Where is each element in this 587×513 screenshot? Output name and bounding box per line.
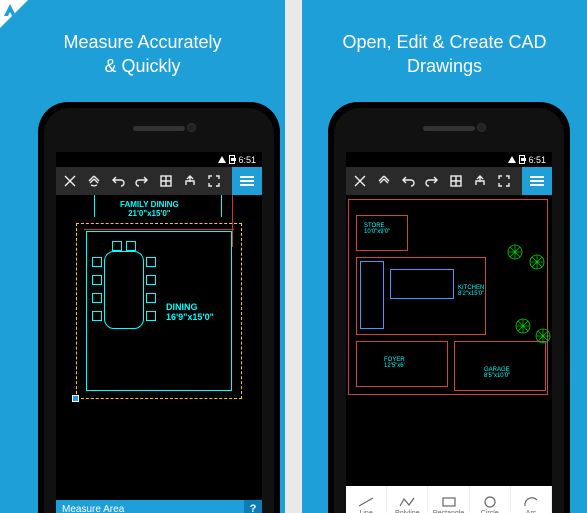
share-icon[interactable]: [179, 170, 201, 192]
android-status-bar: 6:51: [346, 152, 552, 167]
fullscreen-icon[interactable]: [203, 170, 225, 192]
phone-mockup-left: 6:51: [38, 102, 280, 513]
menu-button[interactable]: [232, 167, 262, 195]
hamburger-icon: [530, 180, 544, 182]
fullscreen-icon[interactable]: [493, 170, 515, 192]
menu-button[interactable]: [522, 167, 552, 195]
tagline-line2: Drawings: [302, 54, 587, 78]
chair: [92, 293, 102, 303]
help-button[interactable]: ?: [244, 500, 262, 513]
phone-speaker: [423, 126, 475, 131]
tool-circle[interactable]: Circle: [470, 486, 511, 513]
room-garage: [454, 341, 546, 391]
grid-icon[interactable]: [445, 170, 467, 192]
tagline-line1: Open, Edit & Create CAD: [302, 30, 587, 54]
room-label-dining: DINING 16'9"x15'0": [166, 303, 214, 323]
chair: [112, 241, 122, 251]
promo-panel-right: Open, Edit & Create CAD Drawings 6:51: [302, 0, 587, 513]
chair: [146, 311, 156, 321]
label-foyer: FOYER12'5"x6': [384, 357, 405, 369]
status-time: 6:51: [238, 155, 256, 165]
layers-icon[interactable]: [373, 170, 395, 192]
phone-mockup-right: 6:51 STORE10'0: [328, 102, 570, 513]
battery-icon: [519, 155, 525, 164]
plant-icon: [506, 243, 524, 261]
chair: [126, 241, 136, 251]
phone-screen-right: 6:51 STORE10'0: [346, 152, 552, 513]
tagline-right: Open, Edit & Create CAD Drawings: [302, 30, 587, 79]
kitchen-island: [390, 269, 454, 299]
chair: [92, 311, 102, 321]
measure-title: Measure Area: [62, 504, 124, 513]
plant-icon: [534, 327, 552, 345]
undo-icon[interactable]: [397, 170, 419, 192]
undo-icon[interactable]: [107, 170, 129, 192]
chair: [92, 257, 102, 267]
share-icon[interactable]: [469, 170, 491, 192]
label-store: STORE10'0"x9'0": [364, 223, 390, 235]
redo-icon[interactable]: [421, 170, 443, 192]
plant-icon: [528, 253, 546, 271]
status-time: 6:51: [528, 155, 546, 165]
phone-camera: [477, 123, 486, 132]
draw-tools-row: Line Polyline Rectangle Circle Arc: [346, 486, 552, 513]
phone-screen-left: 6:51: [56, 152, 262, 513]
tagline-left: Measure Accurately & Quickly: [0, 30, 285, 79]
android-status-bar: 6:51: [56, 152, 262, 167]
plant-icon: [514, 317, 532, 335]
measure-title-bar: Measure Area ?: [56, 500, 262, 513]
label-kitchen: KITCHEN8'2"x15'0": [458, 285, 484, 297]
tagline-line1: Measure Accurately: [0, 30, 285, 54]
phone-camera: [187, 123, 196, 132]
phone-speaker: [133, 126, 185, 131]
drawing-canvas-left[interactable]: FAMILY DINING 21'0"x15'0": [56, 195, 262, 500]
redo-icon[interactable]: [131, 170, 153, 192]
tool-line[interactable]: Line: [346, 486, 387, 513]
app-toolbar: [346, 167, 552, 195]
tool-rectangle[interactable]: Rectangle: [428, 486, 469, 513]
room-label-top: FAMILY DINING 21'0"x15'0": [120, 201, 179, 219]
tagline-line2: & Quickly: [0, 54, 285, 78]
dining-table: [104, 251, 144, 329]
chair: [92, 275, 102, 285]
hamburger-icon: [240, 180, 254, 182]
layers-icon[interactable]: [83, 170, 105, 192]
app-toolbar: [56, 167, 262, 195]
promo-panel-left: Measure Accurately & Quickly 6:51: [0, 0, 285, 513]
label-garage: GARAGE8'5"x10'0": [484, 367, 510, 379]
close-icon[interactable]: [59, 170, 81, 192]
battery-icon: [229, 155, 235, 164]
signal-icon: [218, 156, 226, 163]
tool-arc[interactable]: Arc: [511, 486, 552, 513]
chair: [146, 275, 156, 285]
signal-icon: [508, 156, 516, 163]
close-icon[interactable]: [349, 170, 371, 192]
tool-polyline[interactable]: Polyline: [387, 486, 428, 513]
drawing-canvas-right[interactable]: STORE10'0"x9'0" KITCHEN8'2"x15'0" FOYER1…: [346, 195, 552, 486]
chair: [146, 257, 156, 267]
chair: [146, 293, 156, 303]
kitchen-counter: [360, 261, 384, 329]
grid-icon[interactable]: [155, 170, 177, 192]
selection-handle[interactable]: [72, 395, 79, 402]
